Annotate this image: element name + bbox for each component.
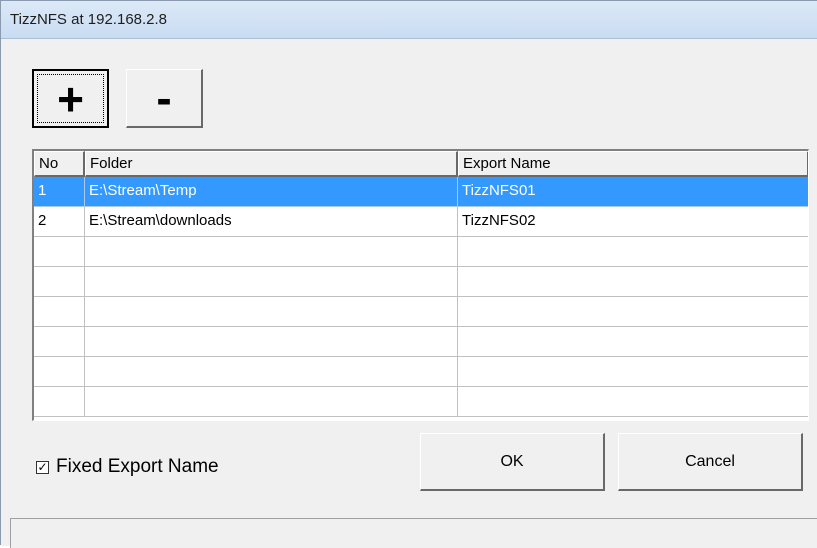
fixed-export-name-option[interactable]: ✓ Fixed Export Name	[36, 455, 219, 479]
table-row-empty[interactable]	[34, 297, 808, 327]
cell-no	[34, 267, 85, 297]
cell-export-name	[458, 297, 808, 327]
table-row-empty[interactable]	[34, 267, 808, 297]
cell-folder	[85, 267, 458, 297]
cell-folder: E:\Stream\downloads	[85, 207, 458, 237]
column-header-export-name[interactable]: Export Name	[458, 151, 808, 177]
cell-no	[34, 297, 85, 327]
cell-export-name	[458, 267, 808, 297]
column-header-no[interactable]: No	[34, 151, 85, 177]
cell-folder	[85, 237, 458, 267]
dialog-window: TizzNFS at 192.168.2.8 + - No Folder Exp…	[0, 0, 817, 548]
status-bar	[10, 518, 817, 548]
cell-export-name: TizzNFS01	[458, 177, 808, 207]
dialog-client-area: + - No Folder Export Name 1 E:\Stream\Te…	[1, 39, 817, 548]
table-row-empty[interactable]	[34, 237, 808, 267]
fixed-export-name-checkbox[interactable]: ✓	[36, 460, 49, 474]
cell-no	[34, 357, 85, 387]
ok-button[interactable]: OK	[420, 433, 605, 491]
cell-no	[34, 237, 85, 267]
table-row[interactable]: 2 E:\Stream\downloads TizzNFS02	[34, 207, 808, 237]
title-bar[interactable]: TizzNFS at 192.168.2.8	[1, 1, 817, 39]
cell-export-name	[458, 387, 808, 417]
table-row-empty[interactable]	[34, 327, 808, 357]
cancel-button[interactable]: Cancel	[618, 433, 803, 491]
cell-folder: E:\Stream\Temp	[85, 177, 458, 207]
minus-icon: -	[156, 72, 172, 124]
cell-export-name	[458, 357, 808, 387]
cell-no	[34, 387, 85, 417]
table-row[interactable]: 1 E:\Stream\Temp TizzNFS01	[34, 177, 808, 207]
cell-export-name	[458, 327, 808, 357]
window-title: TizzNFS at 192.168.2.8	[10, 11, 168, 28]
cell-folder	[85, 357, 458, 387]
plus-icon: +	[57, 72, 84, 125]
exports-table[interactable]: No Folder Export Name 1 E:\Stream\Temp T…	[32, 149, 809, 421]
table-row-empty[interactable]	[34, 387, 808, 417]
remove-folder-button[interactable]: -	[126, 69, 203, 128]
cell-no: 2	[34, 207, 85, 237]
check-mark-icon: ✓	[37, 460, 48, 474]
cell-folder	[85, 387, 458, 417]
add-folder-button[interactable]: +	[32, 69, 109, 128]
table-row-empty[interactable]	[34, 357, 808, 387]
table-header: No Folder Export Name	[34, 151, 808, 177]
cell-export-name	[458, 237, 808, 267]
cell-folder	[85, 297, 458, 327]
fixed-export-name-label[interactable]: Fixed Export Name	[56, 456, 219, 478]
cell-export-name: TizzNFS02	[458, 207, 808, 237]
column-header-folder[interactable]: Folder	[85, 151, 458, 177]
cell-no	[34, 327, 85, 357]
cell-folder	[85, 327, 458, 357]
cell-no: 1	[34, 177, 85, 207]
